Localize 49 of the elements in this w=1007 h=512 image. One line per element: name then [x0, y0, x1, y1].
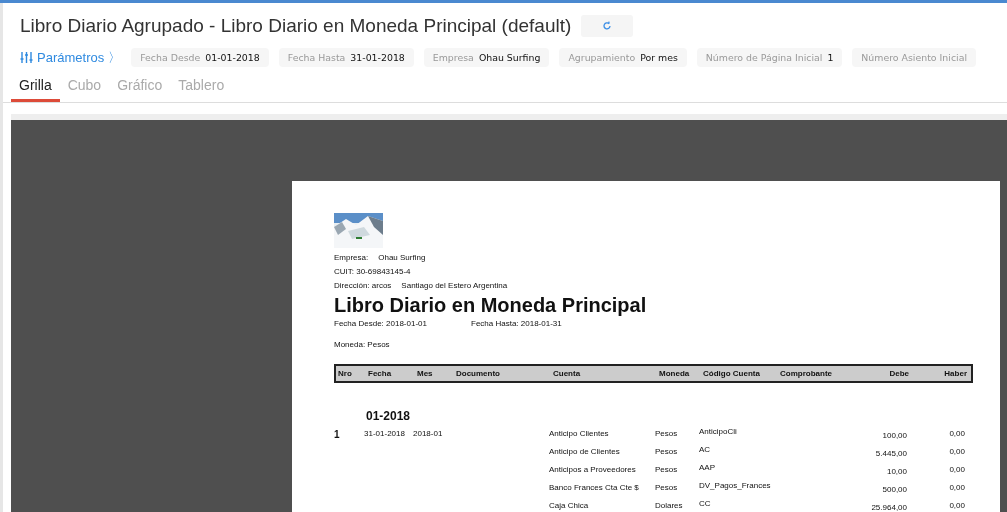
- location-text: Santiago del Estero Argentina: [401, 281, 508, 290]
- table-cell-text: Anticipo Clientes: [549, 429, 610, 438]
- table-cell-text: 1: [334, 429, 341, 440]
- sliders-icon: [20, 51, 33, 64]
- filter-chip[interactable]: Número de Página Inicial 1: [696, 48, 843, 67]
- table-cell-text: 0,00: [948, 465, 965, 474]
- table-cell-text: Banco Frances Cta Cte $: [549, 483, 640, 492]
- currency-text: Moneda: Pesos: [334, 340, 391, 349]
- date-from-text: Fecha Desde: 2018-01-01: [334, 319, 428, 328]
- table-cell-text: 500,00: [881, 485, 907, 494]
- refresh-button[interactable]: [581, 15, 634, 37]
- table-cell-text: Anticipos a Proveedores: [549, 465, 637, 474]
- table-cell-text: Caja Chica: [549, 501, 590, 510]
- table-cell-text: 0,00: [948, 447, 965, 456]
- address-text: Dirección: arcos: [334, 281, 392, 290]
- table-cell-text: Pesos: [655, 483, 679, 492]
- refresh-icon: [602, 21, 613, 31]
- table-header: Nro Fecha Mes Documento Cuenta Moneda Código Cuenta Comprobante Debe Haber: [334, 364, 973, 383]
- table-cell-text: 25.964,00: [870, 503, 907, 512]
- table-cell-text: AnticipoCli: [699, 427, 738, 436]
- table-cell-text: 5.445,00: [874, 449, 907, 458]
- filter-chip[interactable]: Empresa Ohau Surfing: [423, 48, 550, 67]
- filter-chip[interactable]: Agrupamiento Por mes: [559, 48, 687, 67]
- table-cell-text: DV_Pagos_Frances: [699, 481, 772, 490]
- table-cell-text: Pesos: [655, 429, 679, 438]
- table-cell-text: Pesos: [655, 447, 679, 456]
- date-to-text: Fecha Hasta: 2018-01-31: [471, 319, 562, 328]
- report-heading: Libro Diario en Moneda Principal: [334, 294, 648, 317]
- group-heading: 01-2018: [366, 409, 412, 423]
- report-title: Libro Diario Agrupado - Libro Diario en Moneda Principal (default): [20, 15, 572, 37]
- table-cell-text: 0,00: [948, 483, 965, 492]
- table-cell-text: CC: [699, 499, 712, 508]
- view-tab[interactable]: Grilla: [11, 75, 60, 102]
- table-cell-text: 10,00: [885, 467, 907, 476]
- table-cell-text: 0,00: [948, 501, 965, 510]
- filter-chip[interactable]: Fecha Hasta 31-01-2018: [278, 48, 414, 67]
- filter-chip[interactable]: Fecha Desde 01-01-2018: [131, 48, 269, 67]
- company-line: Empresa: Ohau Surfing: [334, 253, 427, 262]
- table-cell-text: Anticipo de Clientes: [549, 447, 621, 456]
- table-cell-text: AAP: [699, 463, 716, 472]
- table-cell-text: 31-01-2018: [364, 429, 406, 438]
- table-cell-text: 100,00: [881, 431, 907, 440]
- table-cell-text: AC: [699, 445, 712, 454]
- table-cell-text: Pesos: [655, 465, 679, 474]
- cuit-line: CUIT: 30-69843145-4: [334, 267, 412, 276]
- parameters-link[interactable]: Parámetros 〉: [20, 48, 122, 67]
- table-cell-text: 2018-01: [413, 429, 444, 438]
- table-cell-text: 0,00: [948, 429, 965, 438]
- table-cell-text: Dolares: [655, 501, 684, 510]
